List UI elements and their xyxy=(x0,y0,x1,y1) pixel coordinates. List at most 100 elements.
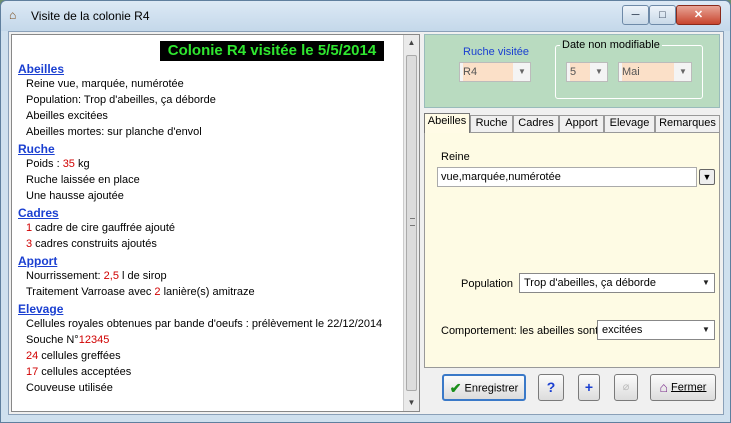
report-text: Traitement Varroase avec xyxy=(26,286,155,298)
tab-apport[interactable]: Apport xyxy=(559,115,604,132)
report-text: Abeilles excitées xyxy=(26,110,108,122)
visit-header: Ruche visitée R4 ▼ Date non modifiable 5… xyxy=(424,34,720,108)
comportement-select[interactable]: excitées ▼ xyxy=(597,320,715,340)
report-text: Poids : xyxy=(26,158,63,170)
save-button[interactable]: ✔ Enregistrer xyxy=(442,374,526,401)
population-select[interactable]: Trop d'abeilles, ça déborde ▼ xyxy=(519,273,715,293)
chevron-down-icon: ▼ xyxy=(702,278,710,287)
report-text: kg xyxy=(74,158,90,170)
tab-ruche[interactable]: Ruche xyxy=(470,115,513,132)
report-line: Poids : 35 kg xyxy=(26,158,90,170)
close-button[interactable]: ⌂ Fermer xyxy=(650,374,716,401)
close-icon: ✕ xyxy=(693,9,704,21)
client-area: Colonie R4 visitée le 5/5/2014 Abeilles R… xyxy=(8,31,724,415)
reine-label: Reine xyxy=(441,151,470,163)
main-window: ⌂ Visite de la colonie R4 ─ □ ✕ Colonie … xyxy=(0,0,731,423)
close-window-button[interactable]: ✕ xyxy=(676,5,721,25)
reine-field[interactable]: vue,marquée,numérotée xyxy=(437,167,697,187)
ruche-select: R4 ▼ xyxy=(459,62,531,82)
report-text: cadres construits ajoutés xyxy=(32,238,157,250)
report-text: Reine vue, marquée, numérotée xyxy=(26,78,184,90)
report-text: Une hausse ajoutée xyxy=(26,190,124,202)
report-section-heading[interactable]: Elevage xyxy=(18,302,63,316)
day-select: 5 ▼ xyxy=(566,62,608,82)
chevron-down-icon: ▼ xyxy=(702,325,710,334)
report-text: cellules greffées xyxy=(38,350,121,362)
scroll-down-icon[interactable]: ▼ xyxy=(404,395,419,411)
report-section-heading[interactable]: Cadres xyxy=(18,206,59,220)
save-label: Enregistrer xyxy=(464,382,519,395)
visit-report[interactable]: Colonie R4 visitée le 5/5/2014 Abeilles R… xyxy=(11,34,420,412)
tab-strip: Abeilles Ruche Cadres Apport Elevage Rem… xyxy=(424,113,720,133)
report-line: Cellules royales obtenues par bande d'oe… xyxy=(26,318,382,330)
report-text: Souche N° xyxy=(26,334,79,346)
report-text: Abeilles mortes: sur planche d'envol xyxy=(26,126,202,138)
report-line: Abeilles excitées xyxy=(26,110,108,122)
month-value: Mai xyxy=(622,63,674,81)
ruche-value: R4 xyxy=(463,63,513,81)
maximize-button[interactable]: □ xyxy=(649,5,676,25)
report-section-heading[interactable]: Apport xyxy=(18,254,57,268)
chevron-down-icon: ▼ xyxy=(595,67,603,76)
scroll-thumb[interactable] xyxy=(406,55,417,391)
reine-picker-button[interactable]: ▼ xyxy=(699,169,715,185)
report-text: lanière(s) amitraze xyxy=(160,286,255,298)
report-title: Colonie R4 visitée le 5/5/2014 xyxy=(160,41,384,61)
report-text: Cellules royales obtenues par bande d'oe… xyxy=(26,318,383,330)
comportement-label: Comportement: les abeilles sont xyxy=(441,325,599,337)
abeilles-tab-page: Reine vue,marquée,numérotée ▼ Population… xyxy=(424,132,720,368)
tab-remarques[interactable]: Remarques xyxy=(655,115,720,132)
report-line: Reine vue, marquée, numérotée xyxy=(26,78,184,90)
report-text: cadre de cire gauffrée ajouté xyxy=(32,222,176,234)
report-line: Souche N°12345 xyxy=(26,334,109,346)
report-line: Abeilles mortes: sur planche d'envol xyxy=(26,126,202,138)
plus-icon: + xyxy=(584,379,594,395)
chevron-down-icon: ▼ xyxy=(679,67,687,76)
comportement-value: excitées xyxy=(602,324,643,336)
help-icon: ? xyxy=(546,379,556,395)
door-icon: ⌂ xyxy=(659,379,668,395)
scroll-up-icon[interactable]: ▲ xyxy=(404,35,419,51)
window-title: Visite de la colonie R4 xyxy=(31,9,150,23)
report-line: 17 cellules acceptées xyxy=(26,366,131,378)
report-value: 24 xyxy=(26,350,39,362)
minimize-button[interactable]: ─ xyxy=(622,5,649,25)
list-icon: ▼ xyxy=(702,172,712,182)
report-value: 2,5 xyxy=(103,270,119,282)
population-value: Trop d'abeilles, ça déborde xyxy=(524,277,656,289)
checkmark-icon: ✔ xyxy=(449,380,462,396)
button-bar: ✔ Enregistrer ? + ⌀ ⌂ Fermer xyxy=(424,370,720,410)
title-bar[interactable]: ⌂ Visite de la colonie R4 ─ □ ✕ xyxy=(1,1,730,31)
tab-cadres[interactable]: Cadres xyxy=(513,115,559,132)
date-group: Date non modifiable 5 ▼ Mai ▼ xyxy=(555,39,703,99)
maximize-icon: □ xyxy=(659,9,666,21)
report-scrollbar[interactable]: ▲ ▼ xyxy=(403,35,419,411)
edit-panel: Ruche visitée R4 ▼ Date non modifiable 5… xyxy=(422,34,722,412)
report-text: Ruche laissée en place xyxy=(26,174,140,186)
report-line: Couveuse utilisée xyxy=(26,382,113,394)
tab-elevage[interactable]: Elevage xyxy=(604,115,655,132)
erase-button[interactable]: ⌀ xyxy=(614,374,638,401)
ruche-label: Ruche visitée xyxy=(463,46,530,58)
report-text: cellules acceptées xyxy=(38,366,132,378)
beehive-icon: ⌂ xyxy=(9,8,17,22)
close-label: Fermer xyxy=(671,381,707,394)
minimize-icon: ─ xyxy=(631,9,640,21)
population-label: Population xyxy=(461,278,513,290)
report-text: l de sirop xyxy=(118,270,167,282)
day-value: 5 xyxy=(570,63,590,81)
report-line: Traitement Varroase avec 2 lanière(s) am… xyxy=(26,286,255,298)
tab-abeilles[interactable]: Abeilles xyxy=(424,113,470,133)
report-text: Couveuse utilisée xyxy=(26,382,113,394)
report-line: Une hausse ajoutée xyxy=(26,190,124,202)
report-line: 3 cadres construits ajoutés xyxy=(26,238,157,250)
report-value: 12345 xyxy=(78,334,110,346)
report-text: Population: Trop d'abeilles, ça déborde xyxy=(26,94,216,106)
help-button[interactable]: ? xyxy=(538,374,564,401)
report-line: 1 cadre de cire gauffrée ajouté xyxy=(26,222,175,234)
add-button[interactable]: + xyxy=(578,374,600,401)
report-section-heading[interactable]: Abeilles xyxy=(18,62,64,76)
report-section-heading[interactable]: Ruche xyxy=(18,142,55,156)
report-line: 24 cellules greffées xyxy=(26,350,121,362)
chevron-down-icon: ▼ xyxy=(518,67,526,76)
